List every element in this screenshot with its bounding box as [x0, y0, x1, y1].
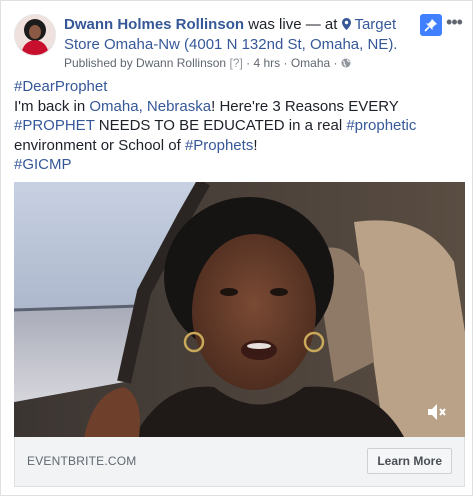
- globe-icon: [341, 56, 351, 70]
- text-segment: environment or School of: [14, 136, 185, 154]
- hashtag-gicmp[interactable]: #GICMP: [14, 156, 72, 173]
- text-segment: I'm back in: [14, 97, 90, 115]
- avatar-image: [15, 15, 55, 55]
- mute-icon[interactable]: [425, 401, 447, 423]
- text-segment: !: [253, 136, 258, 154]
- published-by: Published by Dwann Rollinson: [64, 56, 227, 70]
- hashtag-prophetic[interactable]: #prophetic: [346, 117, 416, 134]
- text-segment: NEEDS TO BE EDUCATED in a real: [94, 117, 347, 134]
- hashtag-prophet[interactable]: #PROPHET: [14, 117, 95, 134]
- meta-separator: ·: [283, 56, 288, 70]
- text-segment: ! Here're 3 Reasons EVERY: [211, 97, 399, 115]
- post-location[interactable]: Omaha: [291, 56, 330, 70]
- link-omaha-nebraska[interactable]: Omaha, Nebraska: [89, 98, 211, 115]
- post-meta: Published by Dwann Rollinson [?] · 4 hrs…: [64, 56, 351, 70]
- pin-icon[interactable]: [420, 14, 442, 36]
- live-video[interactable]: [14, 182, 465, 437]
- video-frame: [14, 182, 465, 437]
- post-card: Dwann Holmes Rollinson was live — at Tar…: [0, 0, 473, 496]
- post-header: Dwann Holmes Rollinson was live — at Tar…: [14, 13, 463, 74]
- hashtag-dearprophet[interactable]: #DearProphet: [14, 78, 107, 95]
- post-headline: Dwann Holmes Rollinson was live — at Tar…: [64, 14, 424, 55]
- post-body: #DearProphet I'm back in Omaha, Nebraska…: [14, 77, 464, 175]
- action-text: was live — at: [248, 16, 338, 33]
- more-options-icon[interactable]: •••: [446, 13, 463, 35]
- meta-separator: ·: [246, 56, 251, 70]
- location-pin-icon: [341, 16, 355, 32]
- help-mark[interactable]: [?]: [229, 56, 242, 70]
- hashtag-prophets[interactable]: #Prophets: [185, 137, 253, 154]
- meta-separator: ·: [333, 56, 338, 70]
- author-name[interactable]: Dwann Holmes Rollinson: [64, 16, 244, 33]
- link-domain: EVENTBRITE.COM: [27, 454, 137, 468]
- post-time[interactable]: 4 hrs: [253, 56, 280, 70]
- author-avatar[interactable]: [14, 14, 56, 56]
- link-preview-footer[interactable]: EVENTBRITE.COM Learn More: [14, 437, 465, 487]
- post-text: I'm back in Omaha, Nebraska! Here're 3 R…: [14, 97, 464, 156]
- learn-more-button[interactable]: Learn More: [367, 448, 452, 474]
